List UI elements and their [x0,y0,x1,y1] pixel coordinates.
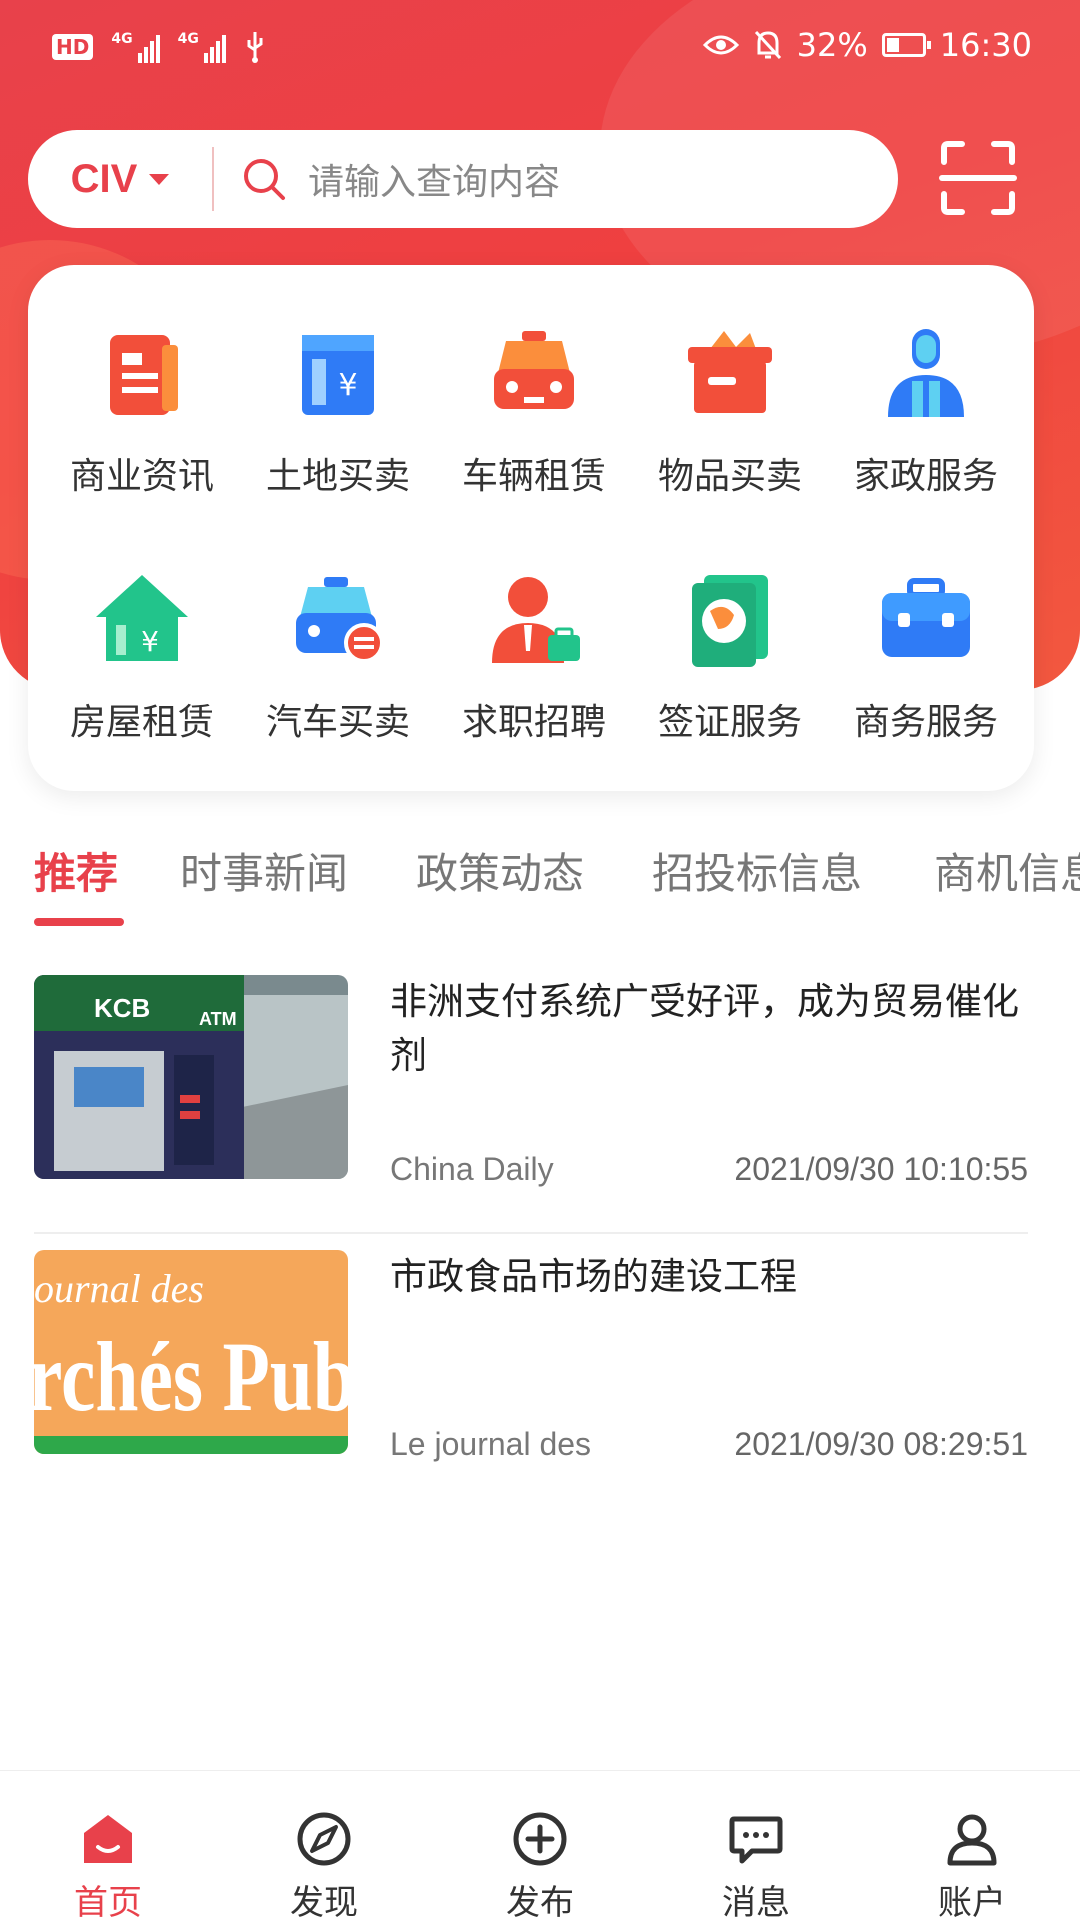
divider [34,1232,1028,1234]
clock: 16:30 [939,26,1032,64]
usb-icon [247,32,263,63]
svg-text:ATM: ATM [199,1009,237,1029]
nav-label: 消息 [722,1883,790,1920]
eye-icon [702,35,739,55]
nav-discover[interactable]: 发现 [216,1771,432,1920]
housekeeping-icon [888,329,964,417]
region-code: CIV [70,156,138,201]
category-label: 车辆租赁 [461,456,606,497]
network-type: 4G [177,31,199,47]
news-title: 非洲支付系统广受好评，成为贸易催化剂 [390,980,1019,1077]
svg-text:¥: ¥ [338,368,357,403]
category-goods-trade[interactable]: 物品买卖 [630,325,830,525]
category-land-trade[interactable]: ¥ 土地买卖 [238,325,438,525]
svg-text:KCB: KCB [94,993,150,1023]
car-rental-icon [494,331,574,409]
status-left: HD 4G 4G [52,30,266,64]
category-label: 商业资讯 [69,456,214,497]
battery-percent: 32% [796,26,868,64]
tab-business-opportunities[interactable]: 商机信息 [934,840,1080,901]
svg-text:rchés Pub: rchés Pub [34,1321,348,1432]
land-icon: ¥ [302,335,374,415]
signal-icon: 4G [111,31,160,63]
nav-label: 发现 [290,1883,358,1920]
news-timestamp: 2021/09/30 08:29:51 [734,1426,1028,1462]
category-label: 物品买卖 [657,456,802,497]
category-business-services[interactable]: 商务服务 [826,571,1026,771]
nav-messages[interactable]: 消息 [648,1771,864,1920]
nav-label: 首页 [74,1883,142,1920]
briefcase-icon [882,578,970,657]
category-jobs[interactable]: 求职招聘 [434,571,634,771]
category-car-rental[interactable]: 车辆租赁 [434,325,634,525]
category-label: 房屋租赁 [69,702,214,743]
news-source: China Daily [390,1151,554,1187]
category-label: 签证服务 [657,702,802,743]
nav-label: 发布 [506,1883,574,1920]
bell-off-icon [754,30,781,60]
news-thumbnail: ournal des rchés Pub [34,1250,348,1454]
news-item[interactable]: ournal des rchés Pub 市政食品市场的建设工程 Le jour… [34,1250,1028,1462]
goods-box-icon [688,331,772,413]
news-timestamp: 2021/09/30 10:10:55 [734,1151,1028,1187]
news-tabs: 推荐 时事新闻 政策动态 招投标信息 商机信息 [0,830,1080,930]
nav-home[interactable]: 首页 [0,1771,216,1920]
category-visa[interactable]: 签证服务 [630,571,830,771]
home-icon [84,1815,132,1863]
tab-recommended[interactable]: 推荐 [34,840,118,901]
category-label: 求职招聘 [461,702,606,743]
category-label: 家政服务 [853,456,998,497]
house-icon: ¥ [96,575,188,661]
tab-current-news[interactable]: 时事新闻 [180,840,348,901]
nav-publish[interactable]: 发布 [432,1771,648,1920]
message-icon [729,1816,783,1864]
status-right: 32% 16:30 [702,26,1032,64]
news-item[interactable]: KCB ATM 非洲支付系统广受好评，成为贸易催化剂 China Daily 2… [34,975,1028,1187]
category-grid: 商业资讯 ¥ 土地买卖 车辆租赁 物品买卖 家政服务 ¥ 房屋租赁 汽车买卖 求… [28,265,1034,791]
scan-icon[interactable] [938,138,1018,218]
network-type: 4G [111,31,133,47]
region-selector[interactable]: CIV [28,157,212,202]
plus-circle-icon [513,1812,567,1866]
compass-icon [297,1812,351,1866]
category-label: 土地买卖 [265,456,410,497]
svg-text:¥: ¥ [141,625,159,658]
svg-text:ournal des: ournal des [34,1266,204,1311]
news-thumbnail: KCB ATM [34,975,348,1179]
signal-icon: 4G [178,31,226,63]
search-divider [212,147,214,211]
news-source: Le journal des [390,1426,592,1462]
category-housekeeping[interactable]: 家政服务 [826,325,1026,525]
tab-policy[interactable]: 政策动态 [416,840,584,901]
status-bar: HD 4G 4G 32% 16:30 [0,0,1080,96]
nav-label: 账户 [938,1883,1006,1920]
search-bar: CIV 请输入查询内容 [28,130,898,228]
car-trade-icon [296,577,384,663]
nav-account[interactable]: 账户 [864,1771,1080,1920]
search-icon [244,159,285,200]
tab-indicator [34,918,124,926]
category-label: 汽车买卖 [265,702,410,743]
category-business-news[interactable]: 商业资讯 [42,325,242,525]
category-label: 商务服务 [853,702,998,743]
news-icon [110,335,178,415]
category-house-rental[interactable]: ¥ 房屋租赁 [42,571,242,771]
user-icon [947,1814,997,1866]
news-title: 市政食品市场的建设工程 [390,1255,797,1298]
battery-icon [881,33,931,57]
hd-indicator: HD [52,34,94,60]
caret-down-icon [149,173,170,185]
job-icon [492,577,580,663]
search-input[interactable]: 请输入查询内容 [308,153,560,205]
tab-tenders[interactable]: 招投标信息 [652,840,862,901]
category-car-trade[interactable]: 汽车买卖 [238,571,438,771]
bottom-navigation: 首页 发现 发布 消息 账户 [0,1770,1080,1920]
visa-icon [692,575,768,667]
